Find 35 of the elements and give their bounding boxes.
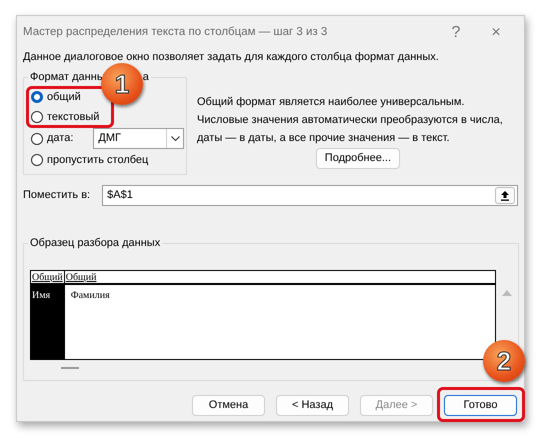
preview-cell-text: Фамилия bbox=[70, 289, 111, 303]
dialog-button[interactable]: Отмена bbox=[192, 395, 265, 416]
hint-text: Числовые значения автоматически преобразуются в числа, bbox=[197, 113, 503, 128]
radio-label: дата: bbox=[47, 131, 74, 146]
preview-cell-text: Имя bbox=[32, 289, 52, 303]
radio-label: общий bbox=[47, 90, 81, 105]
radio-button[interactable] bbox=[31, 132, 43, 144]
close-button[interactable]: × bbox=[476, 21, 516, 45]
step-number: 2 bbox=[483, 340, 525, 382]
group-label: Образец разбора данных bbox=[28, 236, 162, 250]
radio-button[interactable] bbox=[31, 111, 43, 123]
description-text: Данное диалоговое окно позволяет задать для каждого столбца формат данных. bbox=[23, 50, 440, 64]
date-select[interactable]: ДМГ bbox=[93, 128, 184, 149]
window-title: Мастер распределения текста по столбцам — шаг 3 из 3 bbox=[23, 25, 328, 40]
preview-column[interactable]: Имя bbox=[31, 285, 64, 359]
scrollbar-thumb bbox=[61, 367, 79, 369]
scroll-up-icon bbox=[502, 290, 512, 296]
radio-button[interactable] bbox=[31, 154, 43, 166]
details-button[interactable]: Подробнее... bbox=[316, 148, 400, 169]
radio-button[interactable] bbox=[31, 91, 43, 103]
collapse-button[interactable] bbox=[495, 187, 515, 204]
destination-label: Поместить в: bbox=[23, 188, 90, 204]
group-label: а bbox=[142, 70, 149, 84]
destination-field[interactable]: $A$1 bbox=[102, 185, 518, 206]
radio-label: пропустить столбец bbox=[47, 152, 148, 168]
radio-label: текстовый bbox=[47, 110, 100, 125]
column-header[interactable]: Общий bbox=[31, 271, 64, 285]
column-header[interactable]: Общий bbox=[64, 271, 495, 285]
finish-button[interactable]: Готово bbox=[444, 395, 517, 416]
hint-text: Общий формат является наиболее универсальным. bbox=[197, 95, 466, 110]
upload-icon bbox=[500, 190, 510, 201]
caret-icon bbox=[170, 136, 180, 141]
help-button[interactable]: ? bbox=[436, 21, 476, 45]
dialog-button[interactable]: < Назад bbox=[276, 395, 349, 416]
hint-text: даты — в даты, а все прочие значения — в текст. bbox=[197, 131, 451, 146]
